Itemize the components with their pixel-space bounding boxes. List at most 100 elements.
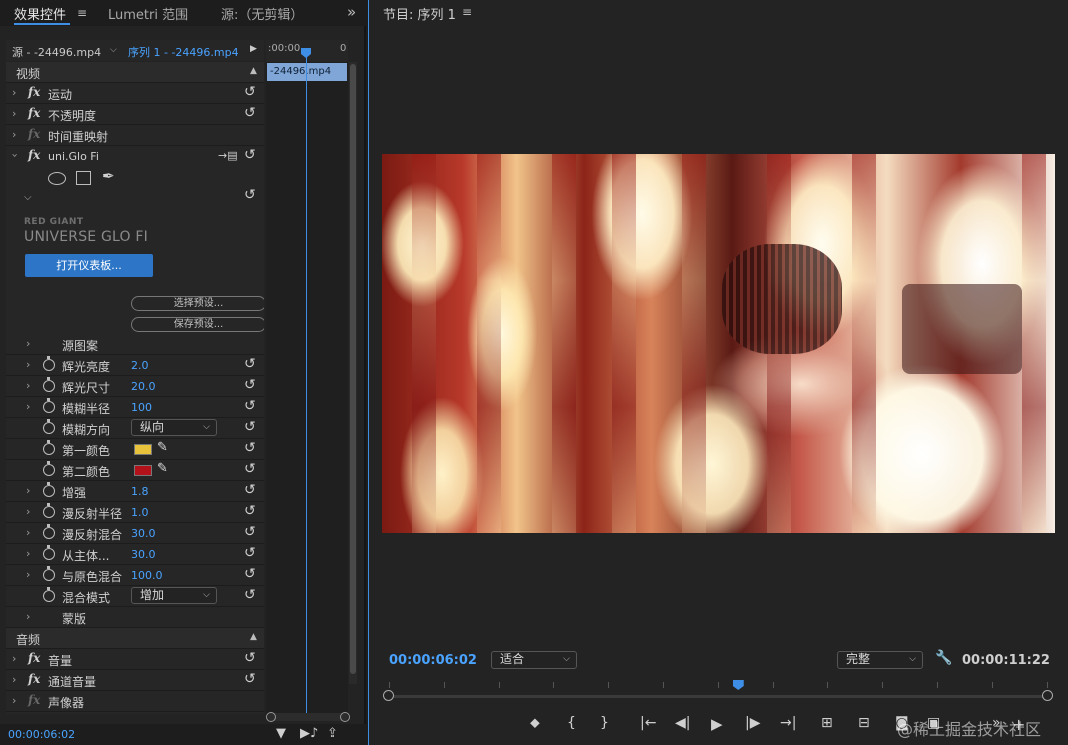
expand-chevron-icon[interactable]: ›: [26, 379, 30, 392]
param-enhance[interactable]: › 增强 1.8 ↺: [6, 481, 264, 502]
stopwatch-icon[interactable]: [43, 461, 55, 476]
go-to-in-icon[interactable]: |←: [640, 715, 656, 731]
reset-icon[interactable]: ↺: [244, 419, 256, 435]
monitor-scrub-bar[interactable]: [383, 690, 1053, 702]
collapse-chevron-icon[interactable]: ›: [9, 153, 22, 157]
stopwatch-icon[interactable]: [43, 524, 55, 539]
param-value[interactable]: 100.0: [131, 569, 163, 582]
reset-icon[interactable]: ↺: [244, 566, 256, 582]
reset-icon[interactable]: ↺: [244, 524, 256, 540]
step-back-icon[interactable]: ◀|: [675, 715, 690, 731]
param-mask[interactable]: › 蒙版: [6, 607, 264, 628]
timeline-clip[interactable]: -24496.mp4: [267, 63, 347, 81]
effect-time-remap[interactable]: › fx 时间重映射: [6, 125, 264, 146]
stopwatch-icon[interactable]: [43, 482, 55, 497]
stopwatch-icon[interactable]: [43, 398, 55, 413]
blend-mode-select[interactable]: 增加 ⌵: [131, 587, 217, 604]
fx-icon[interactable]: fx: [28, 651, 40, 665]
scroll-thumb[interactable]: [350, 64, 356, 674]
effect-motion[interactable]: › fx 运动 ↺: [6, 83, 264, 104]
fit-select[interactable]: 适合 ⌵: [491, 651, 577, 669]
reset-icon[interactable]: ↺: [244, 671, 256, 687]
effect-panner[interactable]: › fx 声像器: [6, 691, 264, 712]
param-value[interactable]: 20.0: [131, 380, 156, 393]
fx-icon[interactable]: fx: [28, 106, 40, 120]
color-swatch[interactable]: [134, 465, 152, 476]
expand-chevron-icon[interactable]: ›: [26, 337, 30, 350]
extract-icon[interactable]: ⊟: [858, 715, 870, 731]
expand-chevron-icon[interactable]: ›: [26, 505, 30, 518]
param-first-color[interactable]: 第一颜色 ✎ ↺: [6, 439, 264, 460]
reset-icon[interactable]: ↺: [244, 84, 256, 100]
effect-menu-icon[interactable]: →▤: [218, 149, 238, 162]
reset-icon[interactable]: ↺: [244, 440, 256, 456]
expand-chevron-icon[interactable]: ›: [26, 610, 30, 623]
program-monitor-title[interactable]: 节目: 序列 1: [383, 4, 456, 23]
select-preset-button[interactable]: 选择预设...: [131, 296, 264, 311]
rectangle-mask-icon[interactable]: [76, 171, 91, 185]
current-timecode[interactable]: 00:00:06:02: [389, 653, 477, 668]
param-diffuse-blend[interactable]: › 漫反射混合 30.0 ↺: [6, 523, 264, 544]
overflow-chevron-icon[interactable]: »: [347, 3, 356, 21]
tab-source[interactable]: 源:（无剪辑）: [221, 4, 303, 23]
param-value[interactable]: 30.0: [131, 527, 156, 540]
play-triangle-icon[interactable]: ▶: [250, 44, 257, 54]
param-from-subject[interactable]: › 从主体... 30.0 ↺: [6, 544, 264, 565]
stopwatch-icon[interactable]: [43, 440, 55, 455]
param-value[interactable]: 30.0: [131, 548, 156, 561]
ellipse-mask-icon[interactable]: [48, 172, 66, 185]
param-value[interactable]: 100: [131, 401, 152, 414]
wrench-settings-icon[interactable]: 🔧: [935, 650, 952, 666]
zoom-handle-left[interactable]: [383, 690, 394, 701]
param-second-color[interactable]: 第二颜色 ✎ ↺: [6, 460, 264, 481]
open-dashboard-button[interactable]: 打开仪表板...: [25, 254, 153, 277]
monitor-playhead[interactable]: [732, 680, 744, 690]
mark-in-icon[interactable]: {: [567, 715, 576, 731]
play-icon[interactable]: ▶: [711, 715, 723, 733]
save-preset-button[interactable]: 保存预设...: [131, 317, 264, 332]
zoom-handle-right[interactable]: [1042, 690, 1053, 701]
reset-icon[interactable]: ↺: [244, 545, 256, 561]
program-video-frame[interactable]: [382, 154, 1055, 533]
stopwatch-icon[interactable]: [43, 587, 55, 602]
expand-chevron-icon[interactable]: ›: [26, 526, 30, 539]
reset-icon[interactable]: ↺: [244, 377, 256, 393]
collapse-up-icon[interactable]: ▲: [250, 66, 257, 76]
param-value[interactable]: 2.0: [131, 359, 149, 372]
reset-icon[interactable]: ↺: [244, 503, 256, 519]
reset-icon[interactable]: ↺: [244, 147, 256, 163]
effect-timeline[interactable]: :00:00 0 -24496.mp4: [266, 40, 348, 714]
expand-chevron-icon[interactable]: ›: [12, 652, 16, 665]
fx-icon[interactable]: fx: [28, 148, 40, 162]
param-glow-brightness[interactable]: › 辉光亮度 2.0 ↺: [6, 355, 264, 376]
tab-lumetri-scopes[interactable]: Lumetri 范围: [108, 4, 188, 23]
effect-opacity[interactable]: › fx 不透明度 ↺: [6, 104, 264, 125]
expand-chevron-icon[interactable]: ›: [26, 358, 30, 371]
stopwatch-icon[interactable]: [43, 566, 55, 581]
expand-chevron-icon[interactable]: ›: [12, 86, 16, 99]
reset-icon[interactable]: ↺: [244, 587, 256, 603]
expand-chevron-icon[interactable]: ⌵: [24, 192, 32, 203]
reset-icon[interactable]: ↺: [244, 650, 256, 666]
expand-chevron-icon[interactable]: ›: [26, 568, 30, 581]
stopwatch-icon[interactable]: [43, 503, 55, 518]
collapse-up-icon[interactable]: ▲: [250, 632, 257, 642]
blur-direction-select[interactable]: 纵向 ⌵: [131, 419, 217, 436]
stopwatch-icon[interactable]: [43, 419, 55, 434]
reset-icon[interactable]: ↺: [244, 356, 256, 372]
expand-chevron-icon[interactable]: ›: [12, 694, 16, 707]
pen-mask-icon[interactable]: ✒: [102, 167, 115, 185]
source-clip-label[interactable]: 源 - -24496.mp4: [12, 44, 101, 60]
param-blur-radius[interactable]: › 模糊半径 100 ↺: [6, 397, 264, 418]
expand-chevron-icon[interactable]: ›: [12, 128, 16, 141]
zoom-scrollbar[interactable]: [266, 712, 350, 722]
color-swatch[interactable]: [134, 444, 152, 455]
scrub-track[interactable]: [389, 695, 1047, 698]
param-glow-size[interactable]: › 辉光尺寸 20.0 ↺: [6, 376, 264, 397]
expand-chevron-icon[interactable]: ›: [26, 400, 30, 413]
param-blur-direction[interactable]: 模糊方向 纵向 ⌵ ↺: [6, 418, 264, 439]
param-diffuse-radius[interactable]: › 漫反射半径 1.0 ↺: [6, 502, 264, 523]
sequence-clip-label[interactable]: 序列 1 - -24496.mp4: [128, 44, 239, 60]
reset-icon[interactable]: ↺: [244, 482, 256, 498]
fx-icon[interactable]: fx: [28, 672, 40, 686]
